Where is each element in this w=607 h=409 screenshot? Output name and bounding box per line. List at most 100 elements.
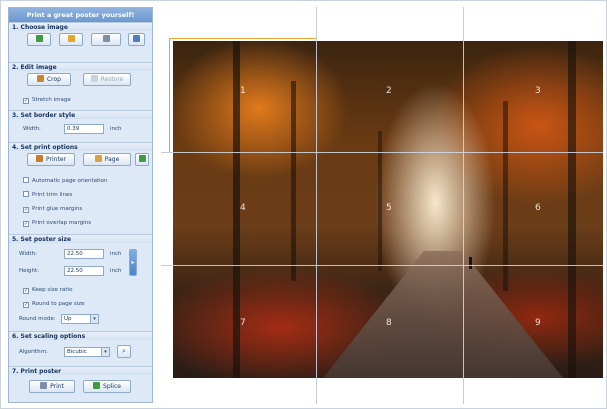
algorithm-select[interactable]: Bicubic ▾ bbox=[64, 347, 110, 357]
tile-number: 9 bbox=[535, 318, 541, 328]
stretch-label: Stretch image bbox=[32, 97, 71, 103]
page-guide-line bbox=[161, 152, 173, 153]
page-guide-line bbox=[161, 265, 173, 266]
keep-size-ratio-checkbox[interactable]: ✓ Keep size ratio bbox=[23, 286, 72, 295]
section-scaling: 6. Set scaling options bbox=[9, 331, 152, 340]
algorithm-label: Algorithm: bbox=[19, 349, 48, 355]
poster-height-label: Height: bbox=[19, 268, 40, 274]
section-heading: 6. Set scaling options bbox=[9, 331, 152, 340]
page-setup-button[interactable]: Page bbox=[83, 153, 131, 166]
section-heading: 2. Edit image bbox=[9, 62, 152, 71]
tile-number: 4 bbox=[240, 203, 246, 213]
page-guide-line bbox=[316, 378, 317, 404]
tile-number: 8 bbox=[386, 318, 392, 328]
checkbox-box bbox=[23, 191, 29, 197]
checkbox-box: ✓ bbox=[23, 288, 29, 294]
tile-divider bbox=[463, 41, 464, 378]
section-choose-image: 1. Choose image bbox=[9, 22, 152, 31]
image-open-icon bbox=[35, 35, 43, 42]
checkbox-box bbox=[23, 177, 29, 183]
restore-button[interactable]: Restore bbox=[83, 73, 131, 86]
folder-icon bbox=[67, 35, 75, 42]
algorithm-value: Bicubic bbox=[67, 349, 87, 355]
chevron-down-icon: ▾ bbox=[90, 315, 98, 323]
border-width-label: Width: bbox=[23, 126, 41, 132]
page-icon bbox=[94, 155, 102, 162]
section-heading: 3. Set border style bbox=[9, 110, 152, 119]
crop-label: Crop bbox=[46, 76, 61, 83]
walking-person bbox=[469, 257, 472, 269]
open-file-button[interactable] bbox=[59, 33, 83, 46]
restore-label: Restore bbox=[100, 76, 124, 83]
checkbox-box: ✓ bbox=[23, 302, 29, 308]
page-guide-line bbox=[463, 378, 464, 404]
stretch-image-checkbox[interactable]: ✓ Stretch image bbox=[23, 96, 71, 105]
link-arrow-icon: ▸ bbox=[131, 259, 135, 266]
section-heading: 4. Set print options bbox=[9, 142, 152, 151]
panel-title: Print a great poster yourself! bbox=[9, 8, 152, 22]
border-width-unit: inch bbox=[110, 126, 122, 132]
clipboard-icon bbox=[133, 35, 140, 42]
image-preview-icon bbox=[138, 155, 146, 162]
splice-label: Splice bbox=[103, 383, 121, 390]
checkbox-box: ✓ bbox=[23, 221, 29, 227]
splice-icon bbox=[93, 382, 101, 389]
selected-tile-outline bbox=[169, 38, 316, 152]
section-edit-image: 2. Edit image bbox=[9, 62, 152, 71]
magnifier-icon: ⌕ bbox=[122, 347, 126, 355]
section-border-style: 3. Set border style bbox=[9, 110, 152, 119]
print-overlap-margins-checkbox[interactable]: ✓ Print overlap margins bbox=[23, 219, 91, 228]
printer-button[interactable]: Printer bbox=[27, 153, 75, 166]
print-trim-lines-checkbox[interactable]: Print trim lines bbox=[23, 191, 72, 200]
chevron-down-icon: ▾ bbox=[101, 348, 109, 356]
scan-button[interactable] bbox=[91, 33, 121, 46]
section-heading: 1. Choose image bbox=[9, 22, 152, 31]
tile-number: 5 bbox=[386, 203, 392, 213]
section-print-poster: 7. Print poster bbox=[9, 366, 152, 375]
auto-orientation-label: Automatic page orientation bbox=[32, 178, 108, 184]
poster-width-label: Width: bbox=[19, 251, 37, 257]
round-mode-label: Round mode: bbox=[19, 316, 56, 322]
border-width-input[interactable]: 0.39 bbox=[64, 124, 104, 134]
section-print-options: 4. Set print options bbox=[9, 142, 152, 151]
zoom-button[interactable]: ⌕ bbox=[117, 345, 131, 358]
options-panel: Print a great poster yourself! 1. Choose… bbox=[8, 7, 153, 403]
forest-road bbox=[323, 251, 563, 378]
printer-icon bbox=[40, 382, 48, 389]
round-mode-select[interactable]: Up ▾ bbox=[61, 314, 99, 324]
round-page-label: Round to page size bbox=[32, 301, 85, 307]
auto-orientation-checkbox[interactable]: Automatic page orientation bbox=[23, 177, 108, 186]
splice-button[interactable]: Splice bbox=[83, 380, 131, 393]
crop-icon bbox=[36, 75, 44, 82]
print-button[interactable]: Print bbox=[29, 380, 75, 393]
poster-height-input[interactable]: 22.50 bbox=[64, 266, 104, 276]
poster-width-unit: inch bbox=[110, 251, 122, 257]
crop-button[interactable]: Crop bbox=[27, 73, 71, 86]
preview-button[interactable] bbox=[135, 153, 149, 166]
tile-divider bbox=[316, 41, 317, 378]
trim-lines-label: Print trim lines bbox=[32, 192, 73, 198]
poster-height-unit: inch bbox=[110, 268, 122, 274]
poster-width-input[interactable]: 22.50 bbox=[64, 249, 104, 259]
link-size-button[interactable]: ▸ bbox=[129, 249, 137, 276]
round-to-page-checkbox[interactable]: ✓ Round to page size bbox=[23, 300, 85, 309]
paste-button[interactable] bbox=[128, 33, 145, 46]
printer-icon bbox=[36, 155, 44, 162]
tile-number: 6 bbox=[535, 203, 541, 213]
tree-trunk bbox=[503, 101, 508, 291]
section-heading: 5. Set poster size bbox=[9, 234, 152, 243]
print-glue-margins-checkbox[interactable]: ✓ Print glue margins bbox=[23, 205, 82, 214]
checkbox-box: ✓ bbox=[23, 207, 29, 213]
overlap-margins-label: Print overlap margins bbox=[32, 220, 92, 226]
tile-number: 3 bbox=[535, 86, 541, 96]
round-mode-value: Up bbox=[64, 316, 72, 322]
tree-trunk bbox=[568, 41, 576, 378]
glue-margins-label: Print glue margins bbox=[32, 206, 83, 212]
open-image-button[interactable] bbox=[27, 33, 51, 46]
poster-app-window: Print a great poster yourself! 1. Choose… bbox=[0, 0, 607, 409]
page-guide-line bbox=[463, 7, 464, 41]
tile-number: 7 bbox=[240, 318, 246, 328]
scanner-icon bbox=[102, 35, 110, 42]
tile-divider bbox=[173, 265, 603, 266]
tile-divider bbox=[173, 152, 603, 153]
